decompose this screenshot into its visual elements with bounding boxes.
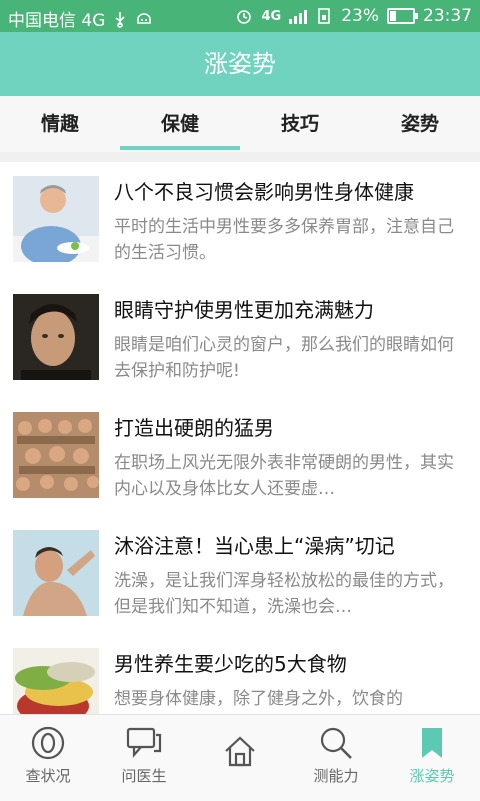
nav-ask-doctor[interactable]: 问医生	[96, 715, 192, 801]
chat-icon	[126, 727, 162, 758]
article-title: 八个不良习惯会影响男性身体健康	[114, 180, 414, 204]
article-thumbnail	[13, 176, 99, 262]
carrier-label: 中国电信 4G	[8, 11, 106, 31]
android-icon	[137, 12, 152, 24]
search-icon	[320, 727, 352, 759]
tab-baojian[interactable]: 保健	[120, 96, 240, 152]
usb-icon	[115, 11, 125, 28]
tab-zishi[interactable]: 姿势	[360, 96, 480, 152]
article-list: 八个不良习惯会影响男性身体健康 平时的生活中男性要多多保养胃部，注意自己的生活习…	[0, 162, 480, 714]
list-item[interactable]: 眼睛守护使男性更加充满魅力 眼睛是咱们心灵的窗户，那么我们的眼睛如何去保护和防护…	[0, 280, 480, 399]
list-item[interactable]: 八个不良习惯会影响男性身体健康 平时的生活中男性要多多保养胃部，注意自己的生活习…	[0, 162, 480, 281]
article-thumbnail	[13, 294, 99, 380]
divider	[0, 152, 480, 162]
battery-percent: 23%	[341, 6, 379, 26]
active-tab-indicator	[120, 146, 240, 150]
list-item[interactable]: 沐浴注意！当心患上“澡病”切记 洗澡，是让我们浑身轻松放松的最佳的方式，但是我们…	[0, 516, 480, 635]
home-icon	[225, 736, 255, 767]
article-thumbnail	[13, 530, 99, 616]
article-summary: 想要身体健康，除了健身之外，饮食的	[114, 689, 403, 709]
clock: 23:37	[423, 6, 472, 26]
article-thumbnail	[13, 412, 99, 498]
article-summary: 眼睛是咱们心灵的窗户，那么我们的眼睛如何去保护和防护呢!	[114, 335, 454, 381]
nav-label: 问医生	[121, 767, 167, 785]
signal-icon	[289, 8, 308, 24]
alarm-icon	[237, 10, 252, 24]
bookmark-icon	[422, 728, 442, 758]
tab-jiqiao[interactable]: 技巧	[240, 96, 360, 152]
status-bar: 中国电信 4G 4G 23% 23:37	[0, 0, 480, 32]
article-title: 眼睛守护使男性更加充满魅力	[114, 298, 374, 322]
article-summary: 平时的生活中男性要多多保养胃部，注意自己的生活习惯。	[114, 217, 454, 263]
page-title: 涨姿势	[0, 32, 480, 96]
network-type: 4G	[261, 8, 282, 24]
nav-zhangzishi[interactable]: 涨姿势	[384, 715, 480, 801]
list-item[interactable]: 男性养生要少吃的5大食物 想要身体健康，除了健身之外，饮食的	[0, 634, 480, 714]
nav-label: 涨姿势	[409, 767, 455, 785]
list-item[interactable]: 打造出硬朗的猛男 在职场上风光无限外表非常硬朗的男性，其实内心以及身体比女人还要…	[0, 398, 480, 517]
article-title: 男性养生要少吃的5大食物	[114, 652, 347, 676]
nav-label: 测能力	[313, 767, 359, 785]
nav-check-status[interactable]: 查状况	[0, 715, 96, 801]
battery-icon	[387, 8, 418, 24]
tab-qingqu[interactable]: 情趣	[0, 96, 120, 152]
article-title: 沐浴注意！当心患上“澡病”切记	[114, 534, 395, 558]
category-tabs: 情趣 保健 技巧 姿势	[0, 96, 480, 153]
sim-icon	[318, 8, 331, 24]
article-title: 打造出硬朗的猛男	[114, 416, 274, 440]
nav-home[interactable]	[192, 715, 288, 801]
nav-label: 查状况	[25, 767, 71, 785]
article-thumbnail	[13, 648, 99, 714]
nav-test-ability[interactable]: 测能力	[288, 715, 384, 801]
article-summary: 在职场上风光无限外表非常硬朗的男性，其实内心以及身体比女人还要虚…	[114, 453, 454, 499]
bottom-navigation: 查状况 问医生 测能力 涨姿势	[0, 714, 480, 801]
circle-icon	[31, 726, 65, 760]
article-summary: 洗澡，是让我们浑身轻松放松的最佳的方式，但是我们知不知道，洗澡也会…	[114, 571, 454, 617]
